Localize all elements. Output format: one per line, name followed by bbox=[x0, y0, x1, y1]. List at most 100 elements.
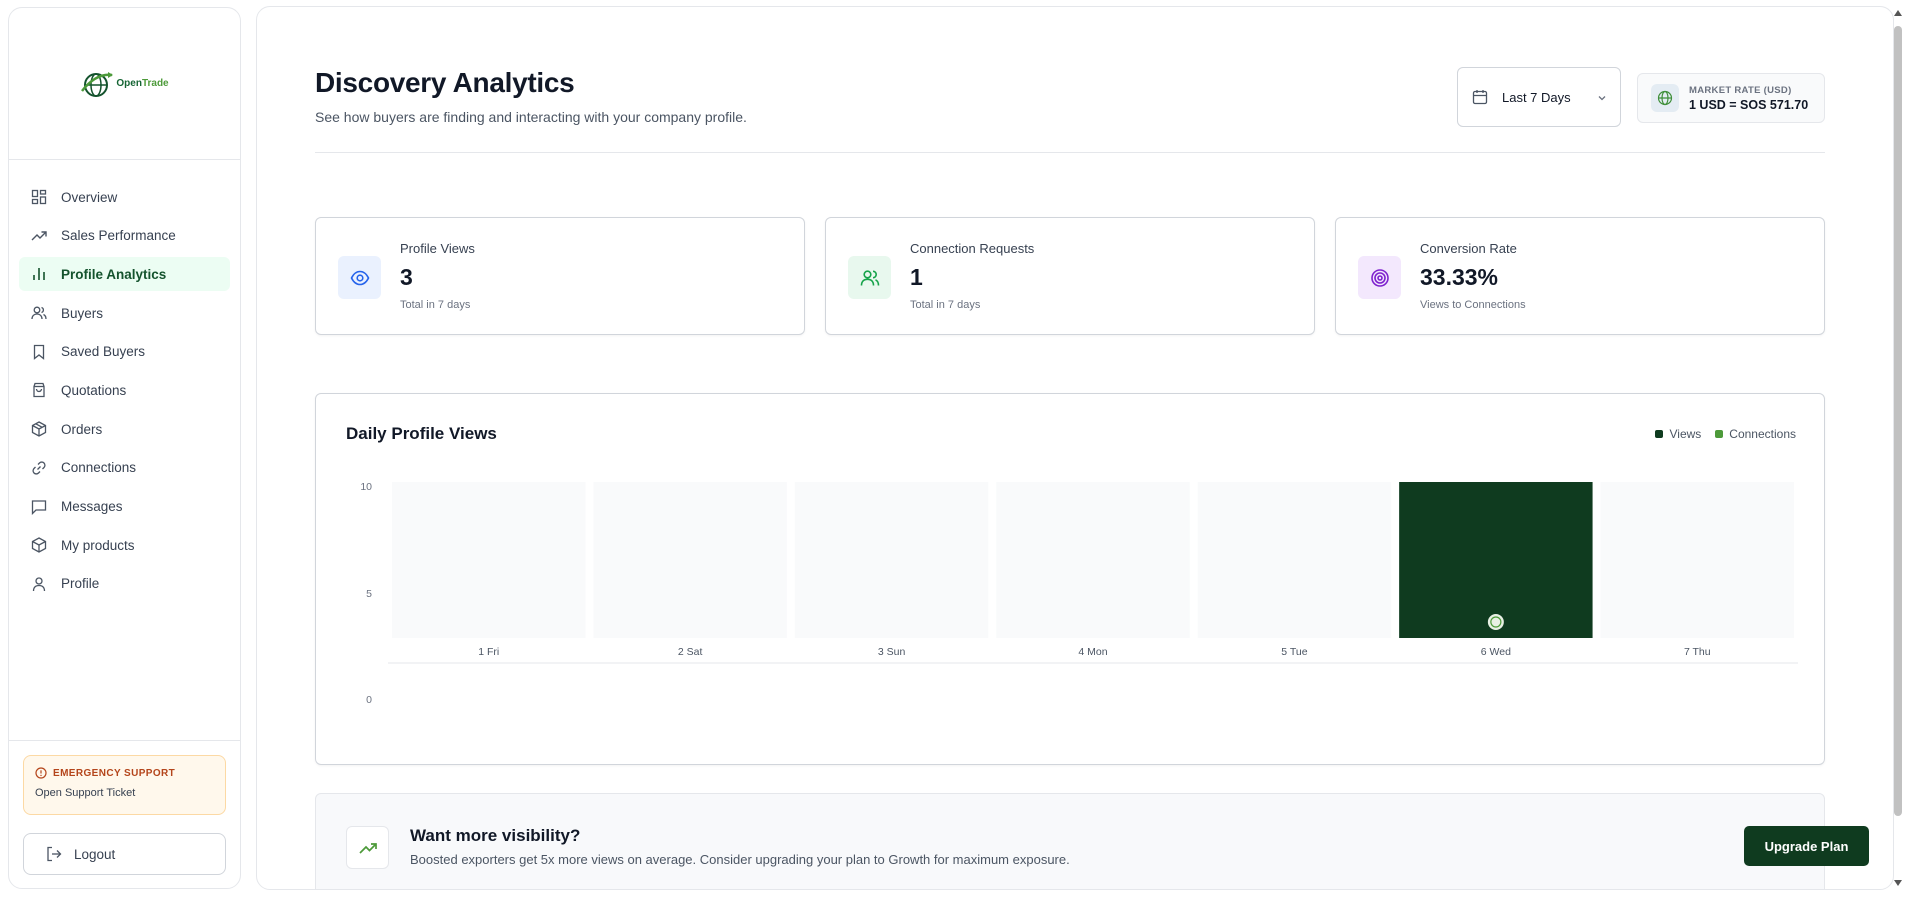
promo-title: Want more visibility? bbox=[410, 826, 581, 845]
stat-title: Conversion Rate bbox=[1420, 241, 1517, 256]
chart-plot: 10 5 0 1 Fri 2 Sat 3 Sun 4 Mon 5 Tue 6 Wed 7 Thu bbox=[360, 481, 1798, 706]
sidebar-item-my-products[interactable]: My products bbox=[19, 528, 230, 562]
scrollbar-thumb[interactable] bbox=[1894, 26, 1902, 816]
sidebar-item-label: Messages bbox=[61, 499, 123, 514]
y-tick-label: 10 bbox=[360, 481, 372, 493]
x-tick-label: 2 Sat bbox=[678, 646, 703, 658]
sidebar-item-overview[interactable]: Overview bbox=[19, 180, 230, 214]
market-rate-badge: MARKET RATE (USD) 1 USD = SOS 571.70 bbox=[1637, 73, 1825, 123]
logout-label: Logout bbox=[74, 846, 116, 862]
globe-icon bbox=[1651, 84, 1679, 112]
sidebar-item-label: Sales Performance bbox=[61, 228, 176, 244]
stat-value: 1 bbox=[910, 264, 923, 290]
sidebar-footer: EMERGENCY SUPPORT Open Support Ticket Lo… bbox=[9, 740, 240, 888]
box-icon bbox=[31, 537, 47, 553]
logo-text: OpenTrade bbox=[116, 78, 169, 89]
stat-subtitle: Total in 7 days bbox=[400, 299, 471, 311]
alert-circle-icon bbox=[35, 767, 47, 779]
x-tick-label: 3 Sun bbox=[878, 646, 906, 658]
x-tick-label: 4 Mon bbox=[1078, 646, 1107, 658]
scroll-up-arrow-icon[interactable] bbox=[1894, 10, 1902, 16]
y-tick-label: 0 bbox=[366, 694, 372, 706]
package-icon bbox=[31, 421, 47, 437]
page-scrollbar[interactable] bbox=[1891, 6, 1905, 890]
sidebar-item-label: Orders bbox=[61, 421, 103, 437]
users-icon bbox=[31, 305, 47, 321]
x-tick-label: 6 Wed bbox=[1481, 646, 1511, 658]
bookmark-icon bbox=[31, 344, 47, 360]
sidebar-item-buyers[interactable]: Buyers bbox=[19, 296, 230, 330]
sidebar-item-quotations[interactable]: Quotations bbox=[19, 373, 230, 407]
users-icon bbox=[848, 256, 891, 299]
market-rate-value: 1 USD = SOS 571.70 bbox=[1689, 97, 1809, 112]
emergency-support-card[interactable]: EMERGENCY SUPPORT Open Support Ticket bbox=[23, 755, 226, 815]
sidebar-item-label: Profile Analytics bbox=[61, 266, 167, 282]
stat-value: 33.33% bbox=[1420, 264, 1499, 290]
stat-card-profile-views: Profile Views 3 Total in 7 days bbox=[315, 217, 805, 335]
sidebar-item-label: Profile bbox=[61, 576, 100, 592]
stat-subtitle: Total in 7 days bbox=[910, 299, 981, 311]
sidebar-item-saved-buyers[interactable]: Saved Buyers bbox=[19, 335, 230, 369]
x-tick-label: 1 Fri bbox=[478, 646, 499, 658]
sidebar-item-connections[interactable]: Connections bbox=[19, 451, 230, 485]
stat-subtitle: Views to Connections bbox=[1420, 299, 1526, 311]
date-range-value: Last 7 Days bbox=[1502, 89, 1571, 105]
bar-background bbox=[392, 482, 586, 638]
trending-up-icon bbox=[31, 228, 47, 244]
stat-card-conversion-rate: Conversion Rate 33.33% Views to Connecti… bbox=[1335, 217, 1825, 335]
sidebar-item-label: Buyers bbox=[61, 305, 104, 321]
bar-chart-icon bbox=[31, 266, 47, 282]
bar-background bbox=[1600, 482, 1794, 638]
sidebar-item-messages[interactable]: Messages bbox=[19, 490, 230, 524]
open-support-ticket-link[interactable]: Open Support Ticket bbox=[35, 787, 214, 799]
sidebar-item-profile-analytics[interactable]: Profile Analytics bbox=[19, 257, 230, 292]
logo-area: OpenTrade bbox=[9, 8, 240, 160]
upgrade-plan-button[interactable]: Upgrade Plan bbox=[1744, 826, 1869, 866]
market-rate-label: MARKET RATE (USD) bbox=[1689, 84, 1792, 96]
shopping-bag-icon bbox=[31, 382, 47, 398]
sidebar: OpenTrade Overview Sales Performance Pro… bbox=[8, 7, 241, 889]
sidebar-item-orders[interactable]: Orders bbox=[19, 412, 230, 446]
link-icon bbox=[31, 460, 47, 476]
sidebar-item-label: My products bbox=[61, 537, 135, 553]
sidebar-item-label: Overview bbox=[61, 189, 118, 205]
daily-profile-views-chart: Daily Profile Views Views Connections 10… bbox=[315, 393, 1825, 765]
globe-logo-icon bbox=[81, 71, 114, 97]
sidebar-item-label: Quotations bbox=[61, 382, 127, 398]
eye-icon bbox=[338, 256, 381, 299]
sidebar-nav: Overview Sales Performance Profile Analy… bbox=[9, 160, 240, 601]
y-tick-label: 5 bbox=[366, 588, 372, 600]
calendar-icon bbox=[1472, 90, 1488, 105]
page-subtitle: See how buyers are finding and interacti… bbox=[315, 109, 747, 125]
stat-title: Connection Requests bbox=[910, 241, 1035, 256]
scroll-down-arrow-icon[interactable] bbox=[1894, 880, 1902, 886]
target-icon bbox=[1358, 256, 1401, 299]
promo-description: Boosted exporters get 5x more views on a… bbox=[410, 852, 1070, 867]
chevron-down-icon bbox=[1598, 96, 1606, 101]
page-header: Discovery Analytics See how buyers are f… bbox=[315, 67, 747, 125]
x-tick-label: 5 Tue bbox=[1281, 646, 1307, 658]
bar-background bbox=[1197, 482, 1392, 638]
emergency-support-title: EMERGENCY SUPPORT bbox=[53, 767, 176, 779]
sidebar-item-profile[interactable]: Profile bbox=[19, 567, 230, 601]
trending-up-icon bbox=[346, 826, 389, 869]
header-divider bbox=[315, 152, 1825, 153]
sidebar-item-sales-performance[interactable]: Sales Performance bbox=[19, 219, 230, 253]
logout-icon bbox=[47, 846, 62, 862]
emergency-support-heading: EMERGENCY SUPPORT bbox=[35, 767, 214, 779]
stat-title: Profile Views bbox=[400, 241, 475, 256]
stat-card-connection-requests: Connection Requests 1 Total in 7 days bbox=[825, 217, 1315, 335]
sidebar-item-label: Connections bbox=[61, 460, 137, 476]
x-tick-label: 7 Thu bbox=[1684, 646, 1711, 658]
stat-value: 3 bbox=[400, 264, 413, 290]
date-range-select[interactable]: Last 7 Days bbox=[1457, 67, 1621, 127]
bar-background bbox=[593, 482, 787, 638]
main-content: Discovery Analytics See how buyers are f… bbox=[256, 6, 1894, 890]
visibility-promo-card: Want more visibility? Boosted exporters … bbox=[315, 793, 1869, 889]
logout-button[interactable]: Logout bbox=[23, 833, 226, 875]
user-icon bbox=[31, 576, 47, 592]
message-square-icon bbox=[31, 499, 47, 515]
bar-background bbox=[996, 482, 1190, 638]
opentrade-logo[interactable]: OpenTrade bbox=[80, 69, 169, 99]
page-title: Discovery Analytics bbox=[315, 67, 575, 98]
